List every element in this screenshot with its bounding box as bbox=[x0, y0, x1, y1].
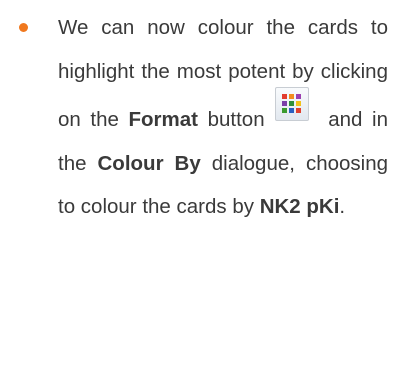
format-button-icon bbox=[274, 87, 309, 122]
format-grid-icon bbox=[281, 94, 301, 114]
text-segment-2: button bbox=[207, 108, 265, 132]
format-keyword: Format bbox=[128, 108, 198, 132]
bullet-text: We can now colour the cards to highlight… bbox=[58, 6, 388, 229]
bullet-dot bbox=[19, 23, 28, 32]
bullet-item: We can now colour the cards to highlight… bbox=[0, 0, 407, 381]
colour-by-keyword: Colour By bbox=[97, 151, 201, 175]
nk2-pki-keyword: NK2 pKi bbox=[259, 195, 340, 219]
text-segment-5: . bbox=[339, 195, 346, 219]
